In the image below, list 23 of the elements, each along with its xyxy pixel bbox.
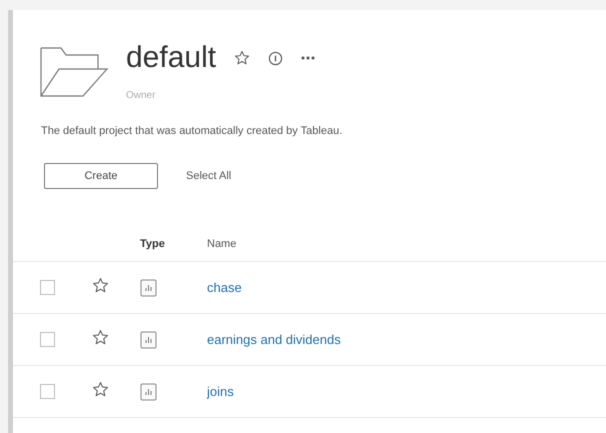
owner-label: Owner [126, 90, 156, 101]
row-checkbox[interactable] [40, 280, 55, 295]
row-checkbox[interactable] [40, 332, 55, 347]
create-button[interactable]: Create [44, 163, 158, 189]
star-icon[interactable] [92, 276, 109, 294]
project-description: The default project that was automatically created by Tableau. [41, 125, 344, 137]
star-icon[interactable] [92, 328, 109, 346]
workbook-link[interactable]: earnings and dividends [207, 332, 606, 347]
star-icon[interactable] [92, 380, 109, 398]
folder-icon [40, 46, 108, 98]
workbook-icon [140, 382, 158, 400]
workbook-icon [140, 330, 158, 348]
column-header[interactable]: Type [140, 238, 207, 250]
star-icon[interactable] [234, 50, 250, 66]
column-header[interactable]: Name [207, 238, 606, 250]
info-icon[interactable] [268, 50, 284, 66]
workbook-icon [140, 278, 158, 296]
workbook-link[interactable]: chase [207, 280, 606, 295]
more-icon[interactable] [301, 56, 316, 60]
row-checkbox[interactable] [40, 384, 55, 399]
workbook-link[interactable]: joins [207, 384, 606, 399]
project-title: default [126, 40, 216, 76]
select-all-link[interactable]: Select All [186, 170, 232, 182]
